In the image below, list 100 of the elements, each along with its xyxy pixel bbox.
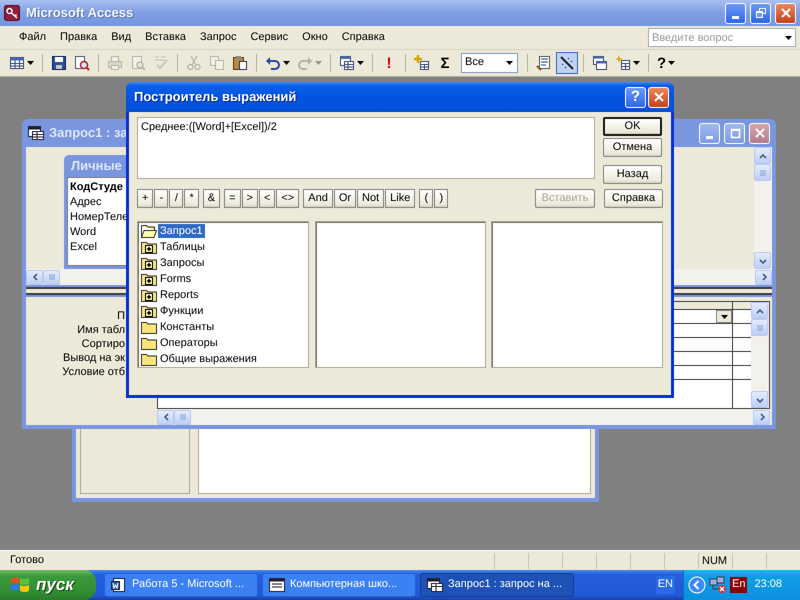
minimize-icon [732,16,739,18]
tree-item[interactable]: Reports [158,288,201,302]
scroll-down-button[interactable] [751,391,768,408]
tree-item[interactable]: Функции [158,304,206,318]
help-action-button[interactable]: Справка [604,189,663,208]
document-icon [111,577,127,593]
new-object-icon [615,55,631,71]
operator-button[interactable]: Not [357,189,384,208]
scroll-thumb[interactable] [754,164,771,181]
close-button[interactable] [749,122,770,144]
operator-button[interactable]: / [169,189,184,208]
minimize-button[interactable] [725,2,746,24]
language-indicator[interactable]: EN [656,576,675,594]
scroll-up-button[interactable] [754,147,771,164]
status-text: Готово [9,554,45,568]
toolbar-button[interactable]: ? [654,52,678,74]
row-label: Условие отб [61,365,125,379]
operator-button[interactable]: <> [276,189,300,208]
row-label: П [116,309,125,323]
menu-item[interactable]: Сервис [243,28,296,46]
close-button[interactable] [775,2,796,24]
tree-item[interactable]: Константы [158,320,216,334]
operator-button[interactable]: * [184,189,199,208]
keyboard-language-indicator[interactable]: En [730,577,748,593]
minimize-button[interactable] [699,122,720,144]
close-icon [652,91,664,103]
vertical-scrollbar[interactable] [751,302,769,408]
toolbar-button[interactable]: Σ [434,52,456,74]
restore-button[interactable] [750,2,771,24]
maximize-button[interactable] [724,122,745,144]
taskbar-button[interactable]: Компьютерная шко... [262,573,416,597]
tree-item[interactable]: Общие выражения [158,352,259,366]
ok-button[interactable]: OK [603,117,662,136]
row-label: Сортиро [80,337,125,351]
expandable-folder-icon [141,303,157,319]
clock: 23:08 [754,578,782,592]
tree-item[interactable]: Запросы [158,256,206,270]
back-button[interactable]: Назад [603,165,662,184]
datasheet-icon [9,55,25,71]
operator-button[interactable]: And [303,189,333,208]
tree-item[interactable]: Операторы [158,336,220,350]
taskbar-button[interactable]: Работа 5 - Microsoft ... [104,573,258,597]
scroll-thumb[interactable] [751,319,768,336]
spelling-check-icon [153,55,169,71]
operator-button[interactable]: - [154,189,168,208]
operator-button[interactable]: < [258,189,276,208]
caret-icon [633,61,640,65]
scroll-down-button[interactable] [754,252,771,269]
menu-item[interactable]: Файл [12,28,54,46]
expandable-folder-icon [141,271,157,287]
tree-item[interactable]: Запрос1 [158,224,205,238]
taskbar-button[interactable]: Запрос1 : запрос на ... [420,573,574,597]
expandable-folder-icon [141,287,157,303]
close-button[interactable] [648,86,669,108]
operator-button[interactable]: = [224,189,240,208]
menu-item[interactable]: Запрос [193,28,244,46]
restore-icon [754,7,766,19]
scroll-right-button[interactable] [755,270,772,284]
caret-icon [720,314,728,318]
network-icon[interactable] [709,576,727,594]
filter-dropdown[interactable]: Все [461,53,518,73]
operator-button[interactable]: > [242,189,258,208]
paste-icon [232,55,248,71]
start-button[interactable]: пуск [0,570,96,600]
form-icon [269,577,285,593]
scroll-left-button[interactable] [157,410,174,424]
operator-button[interactable]: ( [419,189,434,208]
horizontal-scrollbar[interactable] [157,409,770,425]
folder-icon [141,335,157,351]
dropdown-button[interactable] [716,310,732,323]
menu-item[interactable]: Вставка [138,28,194,46]
scroll-thumb[interactable] [174,410,191,424]
toolbar-button[interactable] [556,52,578,74]
query-icon [28,125,44,141]
scroll-thumb[interactable] [43,270,60,284]
undo-icon [265,55,281,71]
tree-item[interactable]: Forms [158,272,194,286]
expression-field[interactable]: Среднее:([Word]+[Excel])/2 [137,117,595,179]
operator-button[interactable]: Like [385,189,416,208]
windows-logo-icon [10,576,30,594]
operator-button[interactable]: Or [334,189,356,208]
operator-button[interactable]: ) [434,189,448,208]
operator-button[interactable]: & [202,189,220,208]
vertical-scrollbar[interactable] [754,147,772,269]
caret-icon [283,61,290,65]
caret-icon [27,61,34,65]
cancel-button[interactable]: Отмена [603,138,662,157]
menu-item[interactable]: Правка [53,28,104,46]
menu-item[interactable]: Вид [104,28,138,46]
maximize-icon [728,127,740,139]
menu-item[interactable]: Окно [295,28,335,46]
grip-icon [178,413,186,421]
operator-button[interactable]: + [137,189,154,208]
toolbar-button[interactable]: ! [378,52,400,74]
scroll-left-button[interactable] [26,270,43,284]
column-selector[interactable] [733,302,751,310]
scroll-up-button[interactable] [751,302,768,319]
scroll-right-button[interactable] [753,410,770,424]
tree-item[interactable]: Таблицы [158,240,207,254]
menu-item[interactable]: Справка [334,28,392,46]
